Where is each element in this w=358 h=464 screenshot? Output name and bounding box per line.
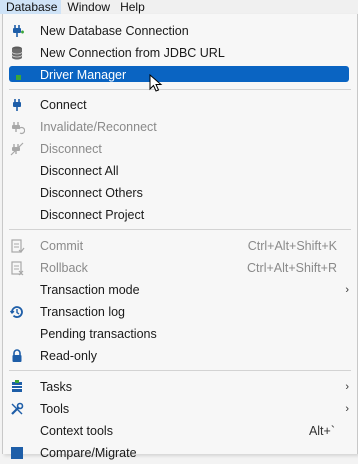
- compare-icon: [11, 447, 23, 459]
- menu-separator: [9, 89, 351, 90]
- menu-bar: Database Window Help: [0, 0, 358, 14]
- menu-item-rollback[interactable]: Rollback Ctrl+Alt+Shift+R: [3, 257, 357, 279]
- menu-separator: [9, 229, 351, 230]
- menu-item-invalidate-reconnect[interactable]: Invalidate/Reconnect: [3, 116, 357, 138]
- menu-item-shortcut: Ctrl+Alt+Shift+R: [247, 261, 337, 275]
- driver-manager-icon: [16, 75, 21, 80]
- rollback-icon: [11, 261, 24, 276]
- menu-item-label: New Database Connection: [40, 24, 189, 38]
- menu-item-disconnect[interactable]: Disconnect: [3, 138, 357, 160]
- menu-item-label: Compare/Migrate: [40, 446, 137, 460]
- menu-item-label: Disconnect: [40, 142, 102, 156]
- menu-item-label: Context tools: [40, 424, 113, 438]
- menu-separator: [9, 370, 351, 371]
- menu-item-disconnect-all[interactable]: Disconnect All: [3, 160, 357, 182]
- menu-item-label: Tools: [40, 402, 70, 416]
- database-cylinder-icon: [11, 46, 23, 60]
- menu-item-context-tools[interactable]: Context tools Alt+`: [3, 420, 357, 442]
- reconnect-icon: [12, 122, 25, 135]
- menu-item-commit[interactable]: Commit Ctrl+Alt+Shift+K: [3, 235, 357, 257]
- menu-item-transaction-log[interactable]: Transaction log: [3, 301, 357, 323]
- menubar-window[interactable]: Window: [61, 0, 114, 14]
- menu-item-disconnect-project[interactable]: Disconnect Project: [3, 204, 357, 226]
- menu-item-label: Disconnect All: [40, 164, 119, 178]
- plug-icon: [13, 99, 21, 111]
- menu-item-label: Read-only: [40, 349, 97, 363]
- tools-icon: [11, 402, 24, 415]
- new-connection-plug-icon: [13, 25, 24, 37]
- menu-item-label: Transaction log: [40, 305, 125, 319]
- menu-item-new-connection-jdbc[interactable]: New Connection from JDBC URL: [3, 42, 357, 64]
- database-menu-dropdown: New Database Connection New Connection f…: [2, 14, 358, 460]
- lock-icon: [12, 349, 22, 362]
- menu-item-label: Rollback: [40, 261, 88, 275]
- menu-item-tools[interactable]: Tools ›: [3, 398, 357, 420]
- submenu-arrow-icon: ›: [345, 403, 349, 415]
- menubar-help[interactable]: Help: [114, 0, 149, 14]
- menu-item-transaction-mode[interactable]: Transaction mode ›: [3, 279, 357, 301]
- menu-item-driver-manager[interactable]: Driver Manager: [3, 64, 357, 86]
- menu-item-label: Disconnect Project: [40, 208, 145, 222]
- menu-item-connect[interactable]: Connect: [3, 94, 357, 116]
- menu-item-shortcut: Ctrl+Alt+Shift+K: [247, 239, 337, 253]
- menu-item-label: Pending transactions: [40, 327, 157, 341]
- commit-icon: [11, 239, 25, 253]
- menu-item-label: New Connection from JDBC URL: [40, 46, 225, 60]
- menubar-database[interactable]: Database: [0, 0, 62, 14]
- menu-item-label: Connect: [40, 98, 87, 112]
- menu-item-label: Transaction mode: [40, 283, 140, 297]
- transaction-log-icon: [9, 306, 23, 318]
- menu-item-pending-transactions[interactable]: Pending transactions: [3, 323, 357, 345]
- menu-item-label: Invalidate/Reconnect: [40, 120, 157, 134]
- submenu-arrow-icon: ›: [345, 381, 349, 393]
- menu-item-shortcut: Alt+`: [308, 424, 335, 438]
- menu-item-disconnect-others[interactable]: Disconnect Others: [3, 182, 357, 204]
- submenu-arrow-icon: ›: [345, 284, 349, 296]
- menu-item-label: Driver Manager: [40, 68, 127, 82]
- tasks-icon: [12, 380, 22, 392]
- menu-item-label: Tasks: [40, 380, 72, 394]
- menu-item-label: Disconnect Others: [40, 186, 143, 200]
- mouse-cursor-icon: [149, 74, 163, 92]
- menu-item-read-only[interactable]: Read-only: [3, 345, 357, 367]
- menu-item-new-database-connection[interactable]: New Database Connection: [3, 20, 357, 42]
- menu-item-tasks[interactable]: Tasks ›: [3, 376, 357, 398]
- menu-item-compare-migrate[interactable]: Compare/Migrate: [3, 442, 357, 464]
- menu-item-label: Commit: [40, 239, 84, 253]
- disconnect-plug-icon: [10, 142, 24, 156]
